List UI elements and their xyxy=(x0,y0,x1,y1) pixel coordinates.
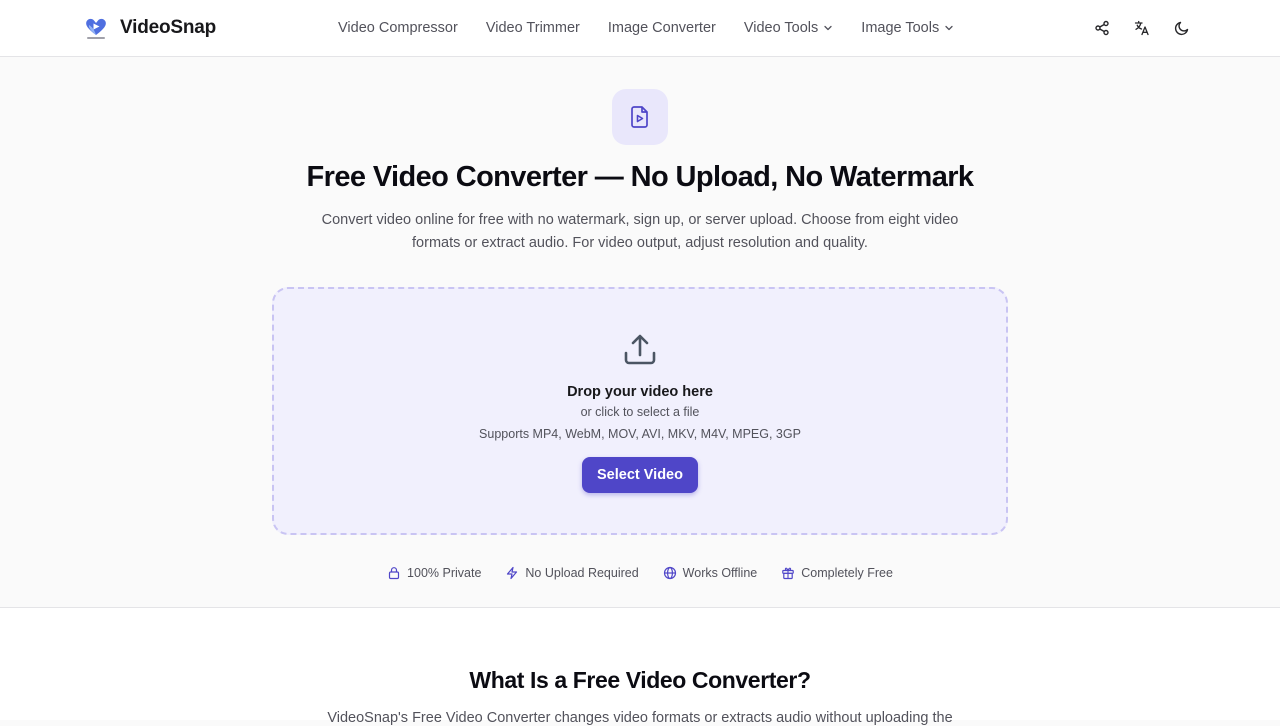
language-button[interactable] xyxy=(1130,16,1154,40)
select-video-button[interactable]: Select Video xyxy=(582,457,698,493)
nav-video-trimmer[interactable]: Video Trimmer xyxy=(486,20,580,36)
nav-label: Image Converter xyxy=(607,20,716,36)
about-section-title: What Is a Free Video Converter? xyxy=(469,667,811,693)
about-section-text: VideoSnap's Free Video Converter changes… xyxy=(327,710,953,726)
upload-icon xyxy=(624,334,656,365)
gift-icon xyxy=(782,567,795,580)
globe-icon xyxy=(663,566,676,580)
translate-icon xyxy=(1134,20,1149,36)
feature-private: 100% Private xyxy=(387,566,481,580)
nav-label: Video Trimmer xyxy=(485,20,580,36)
main-nav: Video Compressor Video Trimmer Image Con… xyxy=(338,18,982,38)
nav-label: Image Tools xyxy=(861,20,940,36)
feature-label: Works Offline xyxy=(682,566,758,580)
page-title: Free Video Converter — No Upload, No Wat… xyxy=(306,161,975,193)
hero-icon-badge xyxy=(612,89,668,145)
theme-toggle-button[interactable] xyxy=(1170,16,1194,40)
chevron-down-icon xyxy=(945,25,953,31)
nav-video-tools-dropdown[interactable]: Video Tools xyxy=(744,20,833,36)
brand-home-link[interactable]: VideoSnap xyxy=(84,15,216,41)
supported-formats: Supports MP4, WebM, MOV, AVI, MKV, M4V, … xyxy=(479,427,801,441)
nav-image-converter[interactable]: Image Converter xyxy=(608,20,716,36)
share-icon xyxy=(1095,20,1109,36)
share-button[interactable] xyxy=(1090,16,1114,40)
top-header: VideoSnap Video Compressor Video Trimmer… xyxy=(0,0,1280,57)
file-video-icon xyxy=(631,106,648,128)
about-section xyxy=(0,608,1280,720)
lock-icon xyxy=(388,567,400,580)
feature-free: Completely Free xyxy=(781,566,893,580)
feature-label: 100% Private xyxy=(407,566,482,580)
zap-icon xyxy=(507,566,518,580)
brand-name: VideoSnap xyxy=(120,17,217,38)
chevron-down-icon xyxy=(824,25,832,31)
video-dropzone[interactable]: Drop your video here or click to select … xyxy=(272,287,1008,535)
nav-label: Video Tools xyxy=(743,20,819,36)
feature-list: 100% Private No Upload Required Works Of… xyxy=(0,566,1280,580)
feature-no-upload: No Upload Required xyxy=(505,566,639,580)
page-subtitle: Convert video online for free with no wa… xyxy=(321,212,959,251)
nav-image-tools-dropdown[interactable]: Image Tools xyxy=(861,20,954,36)
nav-video-compressor[interactable]: Video Compressor xyxy=(338,20,458,36)
moon-icon xyxy=(1174,21,1189,36)
feature-label: No Upload Required xyxy=(525,566,639,580)
nav-label: Video Compressor xyxy=(338,20,458,36)
header-actions xyxy=(1090,16,1210,40)
feature-offline: Works Offline xyxy=(663,566,758,580)
dropzone-title: Drop your video here xyxy=(567,384,713,400)
brand-logo-icon xyxy=(84,15,108,41)
feature-label: Completely Free xyxy=(801,566,893,580)
dropzone-hint: or click to select a file xyxy=(580,405,700,419)
